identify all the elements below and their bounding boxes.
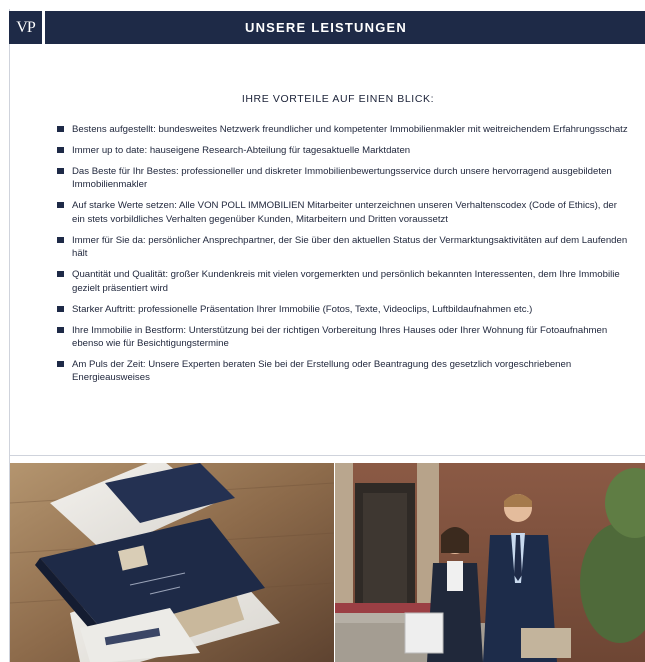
square-bullet-icon bbox=[57, 305, 64, 312]
benefits-list: Bestens aufgestellt: bundesweites Netzwe… bbox=[57, 123, 629, 392]
list-item: Immer up to date: hauseigene Research-Ab… bbox=[57, 144, 629, 157]
header-bar: VP UNSERE LEISTUNGEN bbox=[9, 11, 645, 44]
list-item-text: Immer für Sie da: persönlicher Ansprechp… bbox=[72, 234, 628, 260]
list-item: Am Puls der Zeit: Unsere Experten berate… bbox=[57, 358, 629, 385]
benefits-heading: IHRE VORTEILE AUF EINEN BLICK: bbox=[241, 93, 435, 105]
list-item: Ihre Immobilie in Bestform: Unterstützun… bbox=[57, 324, 629, 351]
benefits-section: IHRE VORTEILE AUF EINEN BLICK: Bestens a… bbox=[9, 44, 645, 456]
list-item-text: Das Beste für Ihr Bestes: professionelle… bbox=[72, 166, 612, 191]
square-bullet-icon bbox=[57, 126, 64, 132]
list-item: Quantität und Qualität: großer Kundenkre… bbox=[57, 268, 629, 295]
list-item-text: Immer up to date: hauseigene Research-Ab… bbox=[72, 145, 411, 156]
square-bullet-icon bbox=[57, 202, 64, 209]
list-item: Immer für Sie da: persönlicher Ansprechp… bbox=[57, 234, 629, 261]
list-item: Auf starke Werte setzen: Alle VON POLL I… bbox=[57, 199, 629, 226]
list-item: Das Beste für Ihr Bestes: professionelle… bbox=[57, 165, 629, 192]
list-item-text: Starker Auftritt: professionelle Präsent… bbox=[72, 303, 533, 315]
list-item-text: Bestens aufgestellt: bundesweites Netzwe… bbox=[72, 124, 628, 135]
list-item: Starker Auftritt: professionelle Präsent… bbox=[57, 303, 629, 316]
list-item-text: Auf starke Werte setzen: Alle VON POLL I… bbox=[72, 200, 617, 225]
square-bullet-icon bbox=[57, 168, 64, 174]
list-item-text: Quantität und Qualität: großer Kundenkre… bbox=[72, 269, 620, 294]
brochures-illustration bbox=[10, 463, 334, 662]
page-title: UNSERE LEISTUNGEN bbox=[245, 20, 407, 35]
logo-text: VP bbox=[16, 18, 35, 36]
square-bullet-icon bbox=[57, 361, 64, 368]
brochures-on-table-photo bbox=[10, 463, 334, 662]
square-bullet-icon bbox=[57, 271, 64, 278]
list-item-text: Ihre Immobilie in Bestform: Unterstützun… bbox=[72, 324, 608, 350]
agents-walking-photo bbox=[335, 463, 645, 662]
list-item: Bestens aufgestellt: bundesweites Netzwe… bbox=[57, 123, 629, 136]
square-bullet-icon bbox=[57, 326, 64, 333]
square-bullet-icon bbox=[57, 147, 64, 153]
list-item-text: Am Puls der Zeit: Unsere Experten berate… bbox=[72, 359, 572, 384]
square-bullet-icon bbox=[57, 236, 64, 243]
agents-illustration bbox=[335, 463, 645, 662]
vp-logo[interactable]: VP bbox=[9, 11, 42, 44]
